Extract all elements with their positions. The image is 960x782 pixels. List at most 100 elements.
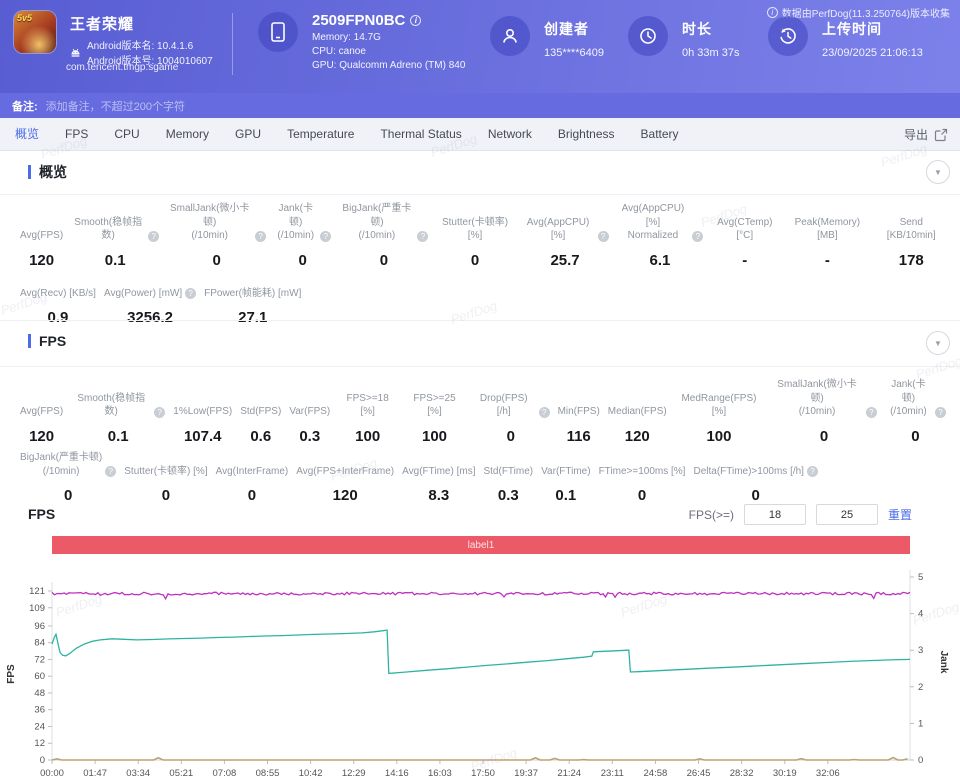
- x-tick-label: 24:58: [644, 768, 668, 779]
- tab-Network[interactable]: Network: [475, 118, 545, 151]
- metric-label: SmallJank(微小卡顿) (/10min)?: [167, 202, 267, 243]
- fps-jank-chart: 0122436486072849610912101234500:00 01:47 0…: [6, 566, 949, 779]
- device-model: 2509FPN0BC: [312, 12, 406, 29]
- metric-label: Std(FPS): [240, 406, 282, 417]
- help-icon[interactable]: ?: [320, 230, 332, 242]
- metric-label: 1%Low(FPS): [173, 406, 233, 417]
- metric-value: 0.1: [107, 427, 129, 445]
- y-left-tick-label: 36: [34, 705, 45, 716]
- metric: Delta(FTime)>100ms [/h]? 0: [689, 448, 822, 504]
- tab-CPU[interactable]: CPU: [101, 118, 152, 151]
- metric: Avg(FPS) 120: [16, 213, 67, 269]
- x-tick-label: 28:32: [730, 768, 754, 779]
- metric-label: Avg(AppCPU) [%] Normalized?: [617, 202, 704, 243]
- help-icon[interactable]: ?: [185, 288, 197, 299]
- metric-label: FPS>=25 [%]: [413, 392, 456, 418]
- chart-annotation-label: label1: [467, 539, 495, 551]
- help-icon[interactable]: ?: [538, 406, 550, 418]
- metric-label: Avg(AppCPU) [%]?: [522, 213, 609, 243]
- help-icon[interactable]: ?: [148, 230, 160, 242]
- metric-label: Stutter(卡顿率) [%]: [441, 216, 509, 242]
- app-block: 5v5 王者荣耀 Android版本名: 10.4.1.6 Android版本号…: [14, 11, 213, 69]
- device-block: 2509FPN0BC i Memory: 14.7G CPU: canoe GP…: [258, 12, 465, 71]
- metric-label: Jank(卡顿) (/10min)?: [274, 202, 332, 243]
- metric: Smooth(稳帧指数)? 0.1: [67, 213, 163, 269]
- fps-section-header: FPS: [28, 333, 66, 349]
- chart-plot-area[interactable]: [52, 566, 910, 760]
- metric: BigJank(严重卡顿) (/10min)? 0: [335, 202, 432, 269]
- divider: [0, 320, 960, 321]
- help-icon[interactable]: ?: [865, 406, 877, 418]
- help-icon[interactable]: ?: [692, 230, 704, 242]
- metric-value: 120: [624, 427, 650, 445]
- metric-value: 0: [247, 487, 257, 504]
- metric-value: 107.4: [183, 427, 222, 445]
- overview-section-header: 概览: [28, 162, 67, 182]
- section-accent-bar: [28, 165, 31, 179]
- help-icon[interactable]: ?: [105, 466, 117, 477]
- android-version-name: Android版本名: 10.4.1.6: [87, 41, 194, 52]
- chart-annotation-band[interactable]: label1: [52, 536, 910, 554]
- metric: FTime>=100ms [%] 0: [595, 448, 690, 505]
- metric-value: 100: [706, 427, 732, 445]
- fps-threshold-input-2[interactable]: [815, 504, 878, 525]
- y-left-tick-label: 48: [34, 688, 45, 699]
- metric: FPower(帧能耗) [mW] 27.1: [200, 270, 305, 327]
- help-icon[interactable]: ?: [417, 230, 429, 242]
- y-left-tick-label: 109: [29, 603, 45, 614]
- tab-Temperature[interactable]: Temperature: [274, 118, 367, 151]
- metric-value: -: [824, 251, 830, 269]
- tab-Battery[interactable]: Battery: [628, 118, 692, 151]
- metric: FPS>=18 [%] 100: [334, 389, 401, 445]
- header-divider: [232, 13, 233, 75]
- fps-metrics-row-1: Avg(FPS) 120 Smooth(稳帧指数)? 0.1 1%Low(FPS) 107…: [16, 378, 950, 445]
- help-icon[interactable]: ?: [597, 230, 609, 242]
- y-left-tick-label: 24: [34, 721, 45, 732]
- fps-threshold-label: FPS(>=): [688, 507, 734, 522]
- metric-value: 178: [898, 251, 924, 269]
- metric-label: Jank(卡顿) (/10min)?: [885, 378, 946, 419]
- metric: Avg(AppCPU) [%] Normalized? 6.1: [613, 202, 708, 269]
- app-title: 王者荣耀: [70, 16, 135, 33]
- fps-collapse-button[interactable]: ▼: [926, 331, 950, 355]
- y-left-tick-label: 96: [34, 621, 45, 632]
- metric-label: Smooth(稳帧指数)?: [71, 213, 160, 243]
- package-name: com.tencent.tmgp.sgame: [66, 62, 179, 73]
- overview-collapse-button[interactable]: ▼: [926, 160, 950, 184]
- tab-GPU[interactable]: GPU: [222, 118, 274, 151]
- metric: Min(FPS) 116: [554, 389, 604, 445]
- duration-block: 时长 0h 33m 37s: [628, 16, 739, 59]
- game-app-icon: 5v5: [14, 11, 56, 53]
- help-icon[interactable]: ?: [934, 406, 946, 418]
- metric-value: 120: [332, 487, 358, 504]
- metric-value: 0: [637, 487, 647, 504]
- clock-icon: [628, 16, 668, 56]
- fps-threshold-input-1[interactable]: [743, 504, 806, 525]
- metric-value: 27.1: [238, 309, 268, 326]
- device-info-icon[interactable]: i: [410, 15, 422, 26]
- metric: Var(FPS) 0.3: [285, 389, 334, 445]
- metric-value: 0: [298, 251, 307, 269]
- metric-value: 6.1: [649, 251, 671, 269]
- creator-block: 创建者 135****6409: [490, 16, 604, 59]
- x-tick-label: 01:47: [83, 768, 107, 779]
- tab-概览[interactable]: 概览: [2, 118, 52, 151]
- metric-value: 0: [379, 251, 389, 269]
- note-bar[interactable]: 备注: 添加备注，不超过200个字符: [0, 93, 960, 118]
- metric-label: SmallJank(微小卡顿) (/10min)?: [771, 378, 877, 419]
- tab-FPS[interactable]: FPS: [52, 118, 101, 151]
- tab-Brightness[interactable]: Brightness: [545, 118, 628, 151]
- x-tick-label: 19:37: [514, 768, 538, 779]
- metric: MedRange(FPS)[%] 100: [671, 389, 768, 445]
- reset-button[interactable]: 重置: [888, 506, 912, 523]
- note-placeholder[interactable]: 添加备注，不超过200个字符: [46, 98, 185, 114]
- help-icon[interactable]: ?: [806, 466, 818, 477]
- metric: Avg(FPS) 120: [16, 389, 67, 445]
- tab-Thermal Status[interactable]: Thermal Status: [367, 118, 474, 151]
- help-icon[interactable]: ?: [154, 406, 166, 418]
- tab-Memory[interactable]: Memory: [153, 118, 222, 151]
- help-icon[interactable]: ?: [255, 230, 267, 242]
- metric-label: Avg(FPS+InterFrame): [296, 465, 395, 477]
- export-button[interactable]: 导出: [904, 118, 948, 151]
- y-left-tick-label: 0: [40, 755, 45, 766]
